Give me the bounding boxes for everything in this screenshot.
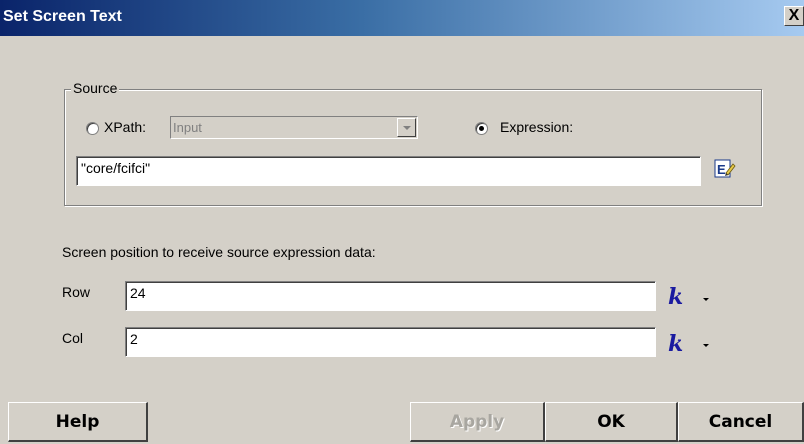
col-k-icon[interactable]: k [668, 331, 683, 357]
row-k-icon[interactable]: k [668, 284, 683, 310]
row-dropdown-icon[interactable] [703, 298, 709, 301]
help-button[interactable]: Help [8, 402, 148, 442]
xpath-label: XPath: [104, 119, 147, 135]
window-title: Set Screen Text [3, 8, 122, 25]
expression-label: Expression: [500, 119, 574, 135]
title-bar: Set Screen Text [0, 0, 804, 36]
source-legend: Source [71, 80, 120, 96]
ok-button[interactable]: OK [545, 402, 678, 442]
xpath-combo[interactable]: Input [170, 116, 418, 139]
apply-button[interactable]: Apply [410, 402, 545, 442]
row-input[interactable]: 24 [125, 281, 656, 311]
col-dropdown-icon[interactable] [703, 344, 709, 347]
combo-dropdown-icon[interactable] [397, 118, 416, 137]
set-screen-text-dialog: Set Screen Text X Source XPath: Input Ex… [0, 0, 804, 444]
expression-input[interactable]: "core/fcifci" [76, 156, 701, 186]
svg-text:E: E [717, 162, 726, 177]
expression-radio[interactable] [475, 122, 488, 135]
cancel-button[interactable]: Cancel [678, 402, 804, 442]
edit-expression-icon[interactable]: E [714, 158, 736, 180]
xpath-combo-value: Input [173, 120, 202, 135]
position-caption: Screen position to receive source expres… [62, 244, 376, 260]
xpath-radio[interactable] [86, 122, 99, 135]
col-label: Col [62, 330, 84, 346]
row-label: Row [62, 284, 91, 300]
col-input[interactable]: 2 [125, 327, 656, 357]
source-groupbox [64, 89, 762, 206]
close-button[interactable]: X [784, 6, 804, 26]
